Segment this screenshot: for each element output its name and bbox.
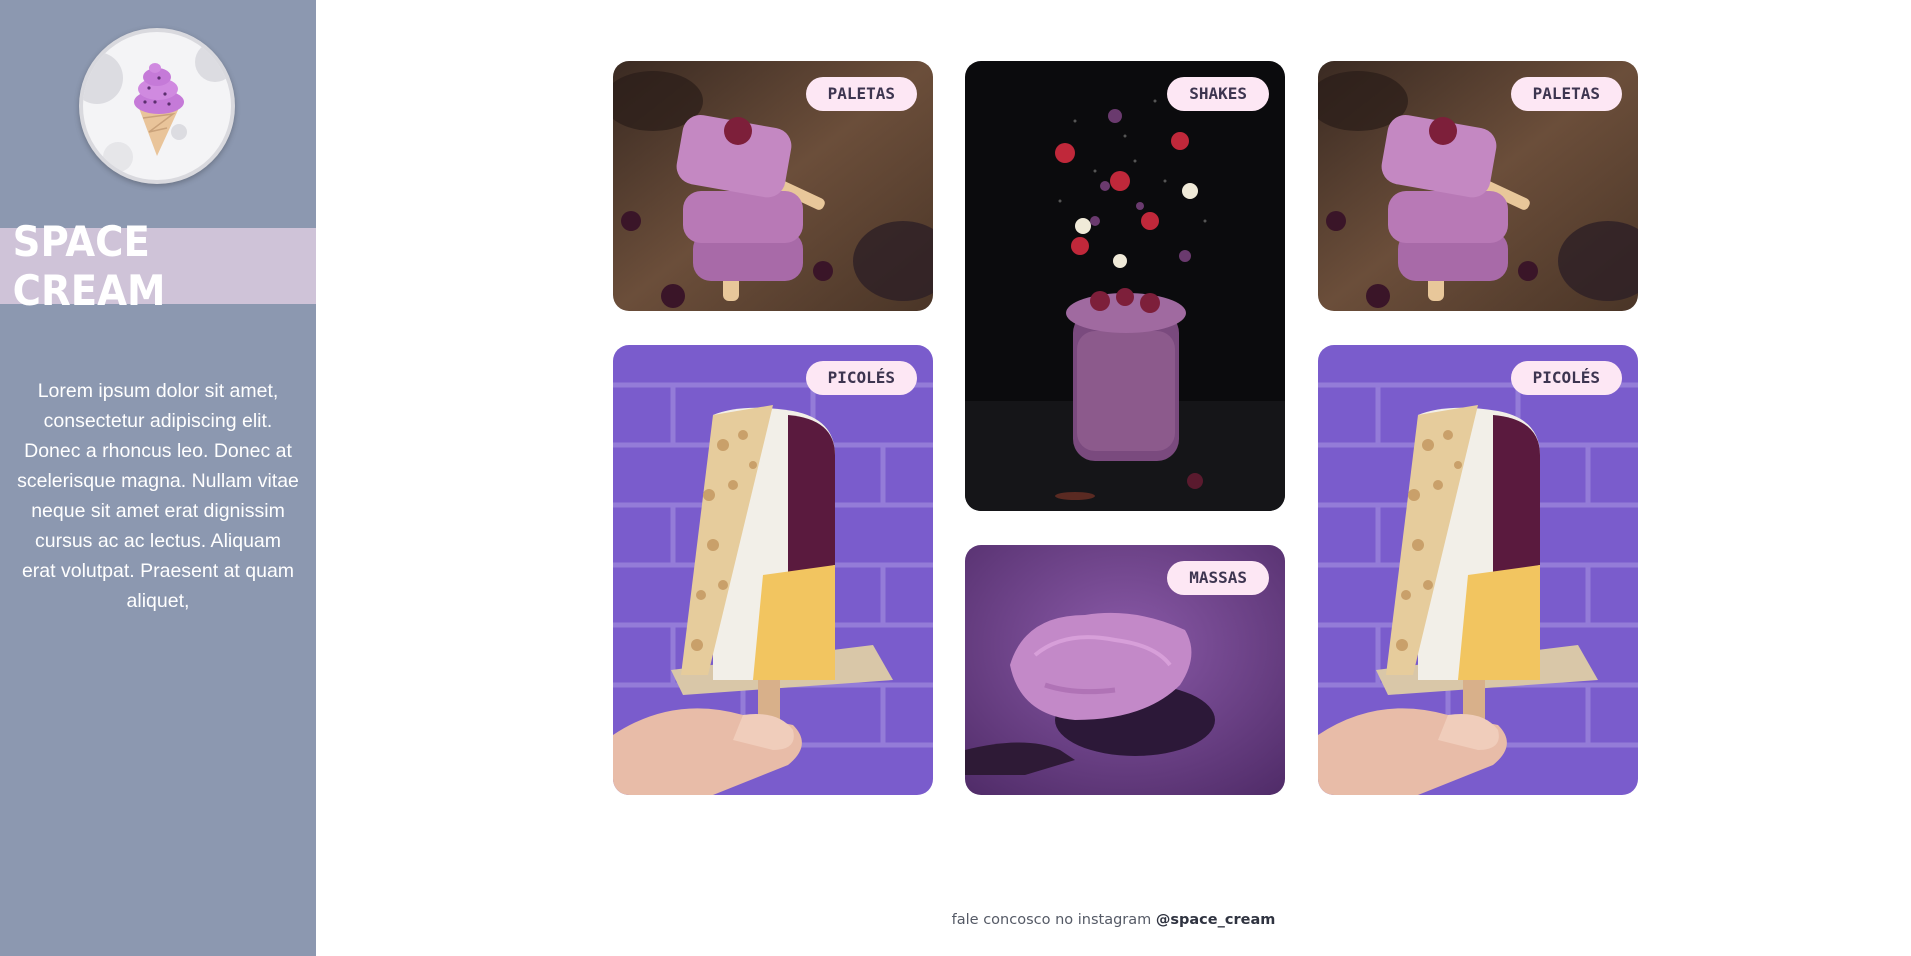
instagram-link[interactable]: @space_cream — [1156, 912, 1275, 928]
card-tag: MASSAS — [1167, 561, 1269, 595]
gallery-card-massas[interactable]: MASSAS — [965, 545, 1285, 795]
brand-title: SPACE CREAM — [12, 217, 166, 315]
sidebar: SPACE CREAM Lorem ipsum dolor sit amet, … — [0, 0, 316, 956]
gallery-card-paletas[interactable]: PALETAS — [1318, 61, 1638, 311]
sidebar-description: Lorem ipsum dolor sit amet, consectetur … — [17, 380, 299, 612]
picole-image — [1318, 345, 1638, 795]
ice-cream-cone-icon — [134, 63, 184, 156]
moon-badge — [83, 32, 231, 180]
card-tag: PICOLÉS — [805, 361, 917, 395]
gallery-card-picoles[interactable]: PICOLÉS — [1318, 345, 1638, 795]
gallery-card-shakes[interactable]: SHAKES — [965, 61, 1285, 511]
picole-image — [613, 345, 933, 795]
logo[interactable] — [79, 28, 235, 184]
card-tag: PALETAS — [805, 77, 917, 111]
brand-band: SPACE CREAM — [0, 217, 316, 315]
gallery-card-picoles[interactable]: PICOLÉS — [613, 345, 933, 795]
gallery-card-paletas[interactable]: PALETAS — [613, 61, 933, 311]
card-tag: PICOLÉS — [1510, 361, 1622, 395]
footer: fale concosco no instagram @space_cream — [316, 912, 1911, 928]
shake-image — [965, 61, 1285, 511]
card-tag: SHAKES — [1167, 77, 1269, 111]
card-tag: PALETAS — [1510, 77, 1622, 111]
footer-text: fale concosco no instagram — [951, 912, 1152, 928]
